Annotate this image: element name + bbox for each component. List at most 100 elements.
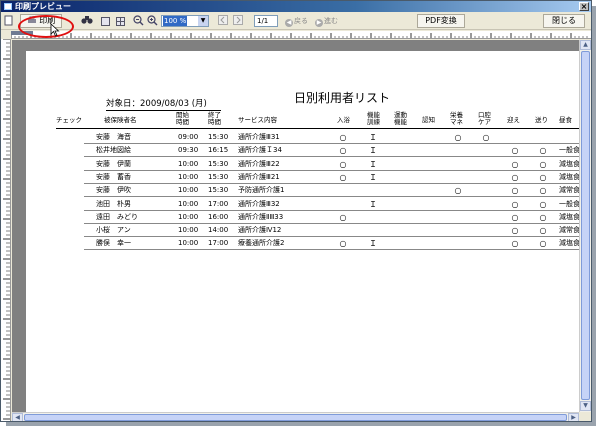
- cell-bath: ○: [339, 212, 347, 222]
- cell-meal: 減常食: [559, 186, 579, 195]
- cell-pickup: ○: [511, 226, 519, 236]
- header-cognition: 認知: [422, 116, 435, 124]
- single-page-icon[interactable]: [101, 17, 110, 26]
- cell-dropoff: ○: [539, 199, 547, 209]
- cell-dropoff: ○: [539, 186, 547, 196]
- cell-service: 通所介護Ｉ34: [238, 146, 282, 155]
- cell-pickup: ○: [511, 199, 519, 209]
- cell-name: 安藤 海音: [96, 133, 131, 141]
- document-icon[interactable]: [3, 15, 15, 27]
- table-row: 安藤 海音 09:00 15:30 通所介護Ⅲ31 ○ Ｉ ○ ○: [84, 131, 579, 144]
- cell-start-time: 10:00: [178, 172, 199, 181]
- cell-name: 安藤 伊蘭: [96, 159, 131, 168]
- cell-name: 安藤 伊吹: [96, 186, 131, 195]
- cell-dropoff: ○: [539, 239, 547, 249]
- cell-start-time: 10:00: [178, 226, 199, 235]
- title-bar: 印刷プレビュー ×: [1, 1, 591, 12]
- cell-pickup: ○: [511, 146, 519, 156]
- next-arrow-icon: ▶: [315, 19, 323, 27]
- cell-end-time: 16:00: [208, 212, 229, 221]
- close-button[interactable]: 閉じる: [543, 14, 585, 28]
- print-preview-window: 印刷プレビュー × 印刷 100 % ▼ 1/1 ◀ 戻る ▶ 進む PDF変換…: [0, 0, 592, 422]
- zoom-in-icon[interactable]: [146, 15, 158, 27]
- table-row: 安藤 蓄香 10:00 15:30 通所介護Ⅲ21 ○ Ｉ ○ ○ 減塩食: [84, 171, 579, 184]
- cell-func-train: Ｉ: [369, 146, 377, 156]
- zoom-select[interactable]: 100 % ▼: [161, 15, 209, 27]
- report-date: 対象日：2009/08/03 (月): [106, 97, 221, 111]
- cell-service: 療養通所介護2: [238, 239, 285, 248]
- vertical-scrollbar[interactable]: ▲ ▼: [579, 40, 591, 412]
- window-close-button[interactable]: ×: [579, 2, 589, 11]
- back-label: 戻る: [294, 17, 308, 25]
- cell-dropoff: ○: [539, 159, 547, 169]
- cell-bath: ○: [339, 146, 347, 156]
- cell-end-time: 15:30: [208, 159, 229, 168]
- vertical-scroll-thumb[interactable]: [581, 51, 590, 400]
- cell-meal: 一般食: [559, 146, 579, 155]
- table-row: 遠田 みどり 10:00 16:00 通所介護ⅡⅢ33 ○ ○ ○ 減塩食: [84, 211, 579, 224]
- last-page-icon[interactable]: [232, 15, 244, 27]
- cell-pickup: ○: [511, 212, 519, 222]
- zoom-value: 100 %: [163, 16, 188, 26]
- cell-service: 通所介護Ⅲ31: [238, 133, 280, 141]
- cell-dropoff: ○: [539, 212, 547, 222]
- cell-name: 遠田 みどり: [96, 212, 138, 221]
- cell-dropoff: ○: [539, 226, 547, 236]
- preview-viewport[interactable]: 対象日：2009/08/03 (月) 日別利用者リスト チェック 被保険者名 開…: [12, 40, 579, 412]
- scroll-left-icon[interactable]: ◀: [12, 413, 23, 421]
- cell-start-time: 10:00: [178, 186, 199, 195]
- print-button-highlight: [18, 15, 74, 38]
- header-nutrition: 栄養 マネ: [450, 111, 463, 126]
- cell-bath: ○: [339, 239, 347, 249]
- cell-service: 通所介護Ⅲ21: [238, 172, 280, 181]
- mouse-cursor-icon: [50, 23, 60, 37]
- binoculars-icon[interactable]: [81, 15, 93, 27]
- multi-page-icon[interactable]: [116, 17, 125, 26]
- cell-end-time: 15:30: [208, 186, 229, 195]
- next-button[interactable]: ▶ 進む: [315, 15, 338, 27]
- header-pickup: 迎え: [507, 116, 520, 124]
- cell-meal: 減常食: [559, 226, 579, 235]
- ruler-corner: [1, 31, 11, 39]
- cell-end-time: 14:00: [208, 226, 229, 235]
- cell-start-time: 09:30: [178, 146, 199, 155]
- cell-meal: 減塩食: [559, 239, 579, 248]
- cell-service: 通所介護Ⅲ22: [238, 159, 280, 168]
- cell-name: 安藤 蓄香: [96, 172, 131, 181]
- pdf-convert-button[interactable]: PDF変換: [417, 14, 465, 28]
- header-oral: 口腔 ケア: [478, 111, 491, 126]
- table-row: 安藤 伊蘭 10:00 15:30 通所介護Ⅲ22 ○ Ｉ ○ ○ 減塩食: [84, 158, 579, 171]
- first-page-icon[interactable]: [217, 15, 229, 27]
- cell-service: 通所介護Ⅳ12: [238, 226, 282, 235]
- header-end: 終了 時間: [208, 111, 221, 126]
- scroll-up-icon[interactable]: ▲: [580, 40, 591, 50]
- back-arrow-icon: ◀: [285, 19, 293, 27]
- cell-pickup: ○: [511, 186, 519, 196]
- cell-name: 勝俣 幸一: [96, 239, 131, 248]
- horizontal-scroll-thumb[interactable]: [24, 414, 567, 421]
- cell-start-time: 10:00: [178, 159, 199, 168]
- header-meal: 昼食: [559, 116, 572, 124]
- cell-nutrition: ○: [454, 133, 462, 142]
- window-title: 印刷プレビュー: [15, 2, 71, 11]
- cell-func-train: Ｉ: [369, 133, 377, 142]
- scroll-down-icon[interactable]: ▼: [580, 401, 591, 411]
- chevron-down-icon[interactable]: ▼: [198, 16, 208, 26]
- cell-start-time: 09:00: [178, 133, 199, 141]
- scroll-right-icon[interactable]: ▶: [568, 413, 579, 421]
- header-bath: 入浴: [337, 116, 350, 124]
- table-row: 池田 朴男 10:00 17:00 通所介護Ⅲ32 Ｉ ○ ○ 一般食: [84, 198, 579, 211]
- back-button[interactable]: ◀ 戻る: [285, 15, 308, 27]
- app-icon: [4, 3, 12, 10]
- cell-name: 松井地図絵: [96, 146, 131, 155]
- cell-meal: 減塩食: [559, 172, 579, 181]
- page-number-input[interactable]: 1/1: [254, 15, 278, 27]
- zoom-out-icon[interactable]: [132, 15, 144, 27]
- horizontal-scrollbar[interactable]: ◀ ▶: [12, 412, 579, 421]
- vertical-ruler: [1, 39, 11, 421]
- header-dropoff: 送り: [535, 116, 548, 124]
- cell-meal: 減塩食: [559, 212, 579, 221]
- header-exercise: 運動 機能: [394, 111, 407, 126]
- cell-dropoff: ○: [539, 146, 547, 156]
- cell-start-time: 10:00: [178, 199, 199, 208]
